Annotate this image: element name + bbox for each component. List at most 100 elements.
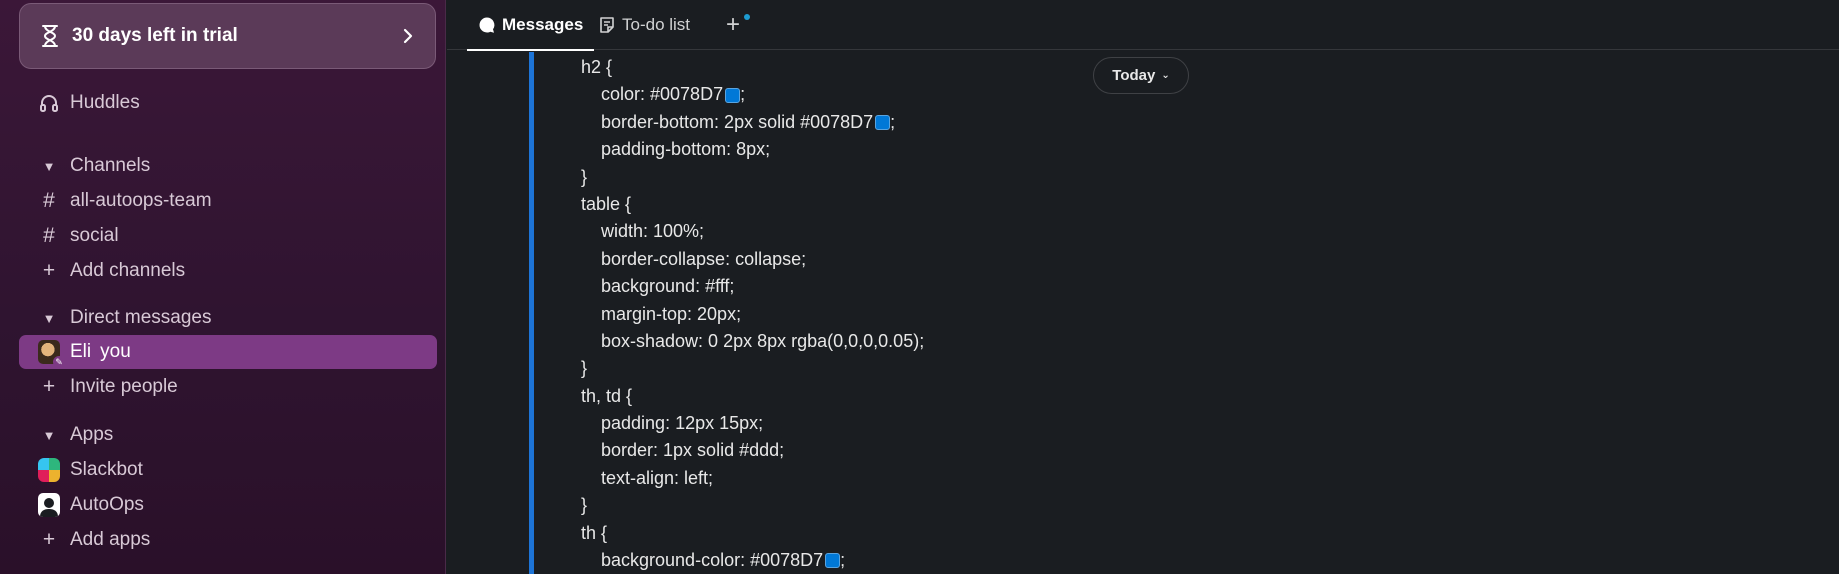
plus-icon: + bbox=[42, 375, 56, 398]
code-text: border-collapse: collapse; bbox=[601, 248, 807, 269]
color-swatch bbox=[875, 114, 891, 130]
tab-todo-list[interactable]: To-do list bbox=[598, 0, 690, 50]
trial-banner[interactable]: 30 days left in trial bbox=[19, 3, 436, 69]
plus-icon: + bbox=[725, 11, 740, 38]
channel-name: all-autoops-team bbox=[70, 190, 212, 211]
code-line: table { bbox=[581, 191, 924, 218]
code-text: background-color: #0078D7 bbox=[601, 550, 824, 571]
sidebar: 30 days left in trial Huddles ▼ Channels… bbox=[0, 0, 446, 574]
avatar: ✎ bbox=[38, 340, 65, 368]
apps-section-header[interactable]: ▼ Apps bbox=[19, 418, 437, 452]
add-apps-label: Add apps bbox=[70, 529, 151, 550]
code-line: color: #0078D7; bbox=[581, 81, 924, 108]
code-line: border-collapse: collapse; bbox=[581, 246, 924, 273]
code-line: text-align: left; bbox=[581, 465, 924, 492]
code-text: padding: 12px 15px; bbox=[601, 413, 764, 434]
code-text: th, td { bbox=[581, 385, 633, 406]
status-icon: ✎ bbox=[53, 356, 65, 368]
add-tab-button[interactable]: + bbox=[720, 11, 750, 38]
code-text: color: #0078D7 bbox=[601, 84, 724, 105]
code-line: padding: 12px 15px; bbox=[581, 410, 924, 437]
app-name: Slackbot bbox=[70, 459, 143, 480]
code-line: background-color: #0078D7; bbox=[581, 547, 924, 574]
slackbot-icon bbox=[38, 458, 60, 482]
code-line: padding-bottom: 8px; bbox=[581, 136, 924, 163]
code-line: border-bottom: 2px solid #0078D7; bbox=[581, 109, 924, 136]
code-text: } bbox=[581, 495, 588, 516]
tab-messages[interactable]: Messages bbox=[467, 0, 595, 51]
color-swatch bbox=[725, 87, 741, 103]
trial-banner-label: 30 days left in trial bbox=[72, 25, 238, 46]
code-block-accent-bar bbox=[529, 52, 534, 574]
app-name: AutoOps bbox=[70, 494, 144, 515]
headphones-icon bbox=[38, 93, 60, 113]
message-bubble-icon bbox=[478, 16, 496, 34]
autoops-icon-wrapper bbox=[38, 493, 60, 517]
color-swatch bbox=[825, 553, 841, 569]
sidebar-item-dm-eli[interactable]: ✎ Eli you bbox=[19, 335, 437, 369]
note-icon bbox=[598, 16, 616, 34]
invite-people-button[interactable]: + Invite people bbox=[19, 370, 437, 404]
tab-bar: Messages To-do list + bbox=[447, 0, 1839, 51]
caret-down-icon: ▼ bbox=[42, 427, 56, 443]
code-text: padding-bottom: 8px; bbox=[601, 139, 771, 160]
dm-user-name: Eli bbox=[70, 341, 92, 362]
hash-icon: # bbox=[43, 224, 55, 247]
code-line: th, td { bbox=[581, 383, 924, 410]
code-block: h2 {color: #0078D7; border-bottom: 2px so… bbox=[581, 54, 924, 574]
sidebar-item-app-slackbot[interactable]: Slackbot bbox=[19, 453, 437, 487]
avatar-wrapper: ✎ bbox=[38, 340, 65, 368]
chevron-right-icon bbox=[403, 28, 413, 44]
chevron-down-icon: ⌄ bbox=[1161, 70, 1170, 81]
main-panel: Messages To-do list + h2 { color: #0078D7… bbox=[447, 0, 1839, 574]
section-label: Channels bbox=[70, 155, 151, 176]
sidebar-item-channel[interactable]: # all-autoops-team bbox=[19, 184, 437, 218]
add-channels-button[interactable]: + Add channels bbox=[19, 254, 437, 288]
notification-dot bbox=[744, 14, 750, 20]
code-line: } bbox=[581, 492, 924, 519]
slackbot-icon-wrapper bbox=[38, 458, 60, 482]
dm-you-label: you bbox=[100, 341, 131, 362]
channel-name: social bbox=[70, 225, 119, 246]
code-line: box-shadow: 0 2px 8px rgba(0,0,0,0.05); bbox=[581, 328, 924, 355]
add-apps-button[interactable]: + Add apps bbox=[19, 523, 437, 557]
sidebar-item-label: Huddles bbox=[70, 92, 140, 113]
channels-section-header[interactable]: ▼ Channels bbox=[19, 149, 437, 183]
user-silhouette-icon bbox=[38, 493, 60, 517]
code-line: th { bbox=[581, 520, 924, 547]
sidebar-item-channel[interactable]: # social bbox=[19, 219, 437, 253]
code-suffix: ; bbox=[840, 550, 846, 571]
code-text: th { bbox=[581, 522, 608, 543]
code-line: border: 1px solid #ddd; bbox=[581, 437, 924, 464]
invite-people-label: Invite people bbox=[70, 376, 178, 397]
code-line: width: 100%; bbox=[581, 218, 924, 245]
code-line: } bbox=[581, 355, 924, 382]
plus-icon: + bbox=[42, 259, 56, 282]
tab-label: To-do list bbox=[622, 15, 691, 34]
code-text: table { bbox=[581, 193, 632, 214]
code-line: h2 { bbox=[581, 54, 924, 81]
code-line: } bbox=[581, 164, 924, 191]
code-suffix: ; bbox=[890, 111, 896, 132]
hash-icon: # bbox=[43, 189, 55, 212]
caret-down-icon: ▼ bbox=[42, 310, 56, 326]
code-text: border-bottom: 2px solid #0078D7 bbox=[601, 111, 874, 132]
hourglass-icon bbox=[42, 25, 58, 47]
code-text: } bbox=[581, 166, 588, 187]
date-label: Today bbox=[1112, 67, 1156, 84]
code-text: box-shadow: 0 2px 8px rgba(0,0,0,0.05); bbox=[601, 330, 925, 351]
code-line: background: #fff; bbox=[581, 273, 924, 300]
code-line: margin-top: 20px; bbox=[581, 301, 924, 328]
code-text: background: #fff; bbox=[601, 276, 735, 297]
dm-section-header[interactable]: ▼ Direct messages bbox=[19, 301, 437, 335]
code-text: h2 { bbox=[581, 57, 613, 77]
sidebar-item-app-autoops[interactable]: AutoOps bbox=[19, 488, 437, 522]
plus-icon: + bbox=[42, 528, 56, 551]
add-channels-label: Add channels bbox=[70, 260, 186, 281]
section-label: Direct messages bbox=[70, 307, 212, 328]
code-text: text-align: left; bbox=[601, 467, 714, 488]
section-label: Apps bbox=[70, 424, 114, 445]
code-text: border: 1px solid #ddd; bbox=[601, 440, 785, 461]
sidebar-item-huddles[interactable]: Huddles bbox=[19, 86, 437, 120]
date-divider-button[interactable]: Today ⌄ bbox=[1093, 57, 1189, 94]
